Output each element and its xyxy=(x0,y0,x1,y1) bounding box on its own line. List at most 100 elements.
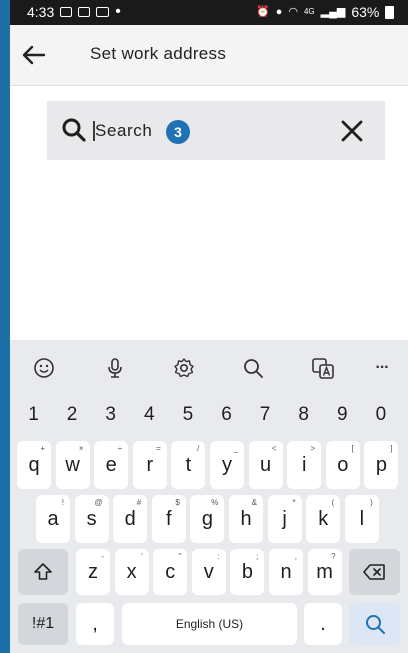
shift-icon xyxy=(34,563,52,580)
key-k[interactable]: k( xyxy=(306,495,341,543)
comma-key[interactable]: , xyxy=(76,603,114,645)
key-d[interactable]: d # xyxy=(113,495,148,543)
key-label: s xyxy=(86,507,97,530)
wifi-icon: ◠ xyxy=(288,6,298,18)
search-input[interactable]: Search 3 xyxy=(47,101,385,160)
key-t[interactable]: t / xyxy=(171,441,206,489)
key-hint: + xyxy=(40,444,45,453)
search-text: Search xyxy=(95,121,153,140)
period-key[interactable]: . xyxy=(304,603,342,645)
key-hint: $ xyxy=(175,498,180,507)
key-hint: # xyxy=(136,498,142,507)
key-label: q xyxy=(28,453,40,476)
key-3[interactable]: 3 xyxy=(94,395,127,435)
keyboard-search-button[interactable] xyxy=(235,350,271,386)
key-label: 2 xyxy=(66,404,78,425)
key-label: w xyxy=(65,453,80,476)
more-button[interactable]: ··· xyxy=(364,350,400,386)
key-n[interactable]: n, xyxy=(269,549,303,595)
search-icon xyxy=(244,359,263,378)
shift-key[interactable] xyxy=(18,549,68,595)
key-a[interactable]: a! xyxy=(36,495,70,543)
key-g[interactable]: g% xyxy=(190,495,225,543)
key-label: f xyxy=(166,507,172,530)
key-label: v xyxy=(203,560,214,583)
key-hint: @ xyxy=(94,498,103,507)
key-j[interactable]: j * xyxy=(267,495,302,543)
key-y[interactable]: y _ xyxy=(210,441,244,489)
symbols-key[interactable]: !#1 xyxy=(18,603,68,645)
key-4[interactable]: 4 xyxy=(133,395,166,435)
key-f[interactable]: f $ xyxy=(151,495,186,543)
key-hint: - xyxy=(101,552,104,561)
key-r[interactable]: r = xyxy=(132,441,167,489)
app-notification-icon xyxy=(96,7,110,17)
settings-icon xyxy=(174,358,194,378)
key-x[interactable]: x ' xyxy=(114,549,149,595)
key-2[interactable]: 2 xyxy=(56,395,89,435)
key-hint: : xyxy=(217,552,220,561)
key-label: 4 xyxy=(144,404,155,425)
key-b[interactable]: b; xyxy=(230,549,265,595)
key-label: r xyxy=(146,453,154,476)
key-0[interactable]: 0 xyxy=(364,395,397,435)
page-title: Set work address xyxy=(90,44,227,63)
clear-button[interactable] xyxy=(338,117,366,145)
key-h[interactable]: h & xyxy=(229,495,263,543)
key-label: p xyxy=(375,453,387,476)
emoji-button[interactable] xyxy=(26,350,62,386)
key-hint: ' xyxy=(141,552,143,561)
status-bar: 4:33 • ⏰ ● ◠ 4G ▂▄▆ 63% xyxy=(10,0,408,25)
keyboard-settings-button[interactable] xyxy=(166,350,202,386)
key-hint: & xyxy=(251,498,257,507)
key-i[interactable]: i > xyxy=(287,441,322,489)
key-6[interactable]: 6 xyxy=(210,395,243,435)
key-v[interactable]: v: xyxy=(191,549,226,595)
step-badge: 3 xyxy=(166,120,190,144)
key-q[interactable]: q + xyxy=(17,441,51,489)
search-icon xyxy=(365,615,385,634)
key-e[interactable]: e ÷ xyxy=(94,441,129,489)
key-label: n xyxy=(280,560,292,583)
status-time: 4:33 xyxy=(27,4,55,20)
key-hint: = xyxy=(156,444,161,453)
key-hint: ; xyxy=(256,552,259,561)
key-s[interactable]: s @ xyxy=(74,495,109,543)
key-l[interactable]: l) xyxy=(344,495,379,543)
header-divider xyxy=(10,85,408,86)
key-label: h xyxy=(240,507,252,530)
key-8[interactable]: 8 xyxy=(287,395,320,435)
keyboard-search-action-key[interactable] xyxy=(349,603,400,645)
key-p[interactable]: p] xyxy=(364,441,399,489)
emoji-icon xyxy=(34,358,54,378)
voice-input-button[interactable] xyxy=(97,350,133,386)
key-label: 6 xyxy=(221,404,232,425)
key-hint: × xyxy=(78,444,84,453)
signal-icon: ▂▄▆ xyxy=(320,6,346,18)
key-m[interactable]: m? xyxy=(307,549,342,595)
key-1[interactable]: 1 xyxy=(17,395,50,435)
key-z[interactable]: z- xyxy=(76,549,110,595)
translate-button[interactable] xyxy=(305,350,341,386)
key-c[interactable]: c " xyxy=(153,549,188,595)
key-label: 8 xyxy=(298,404,309,425)
key-label: y xyxy=(222,453,232,476)
key-9[interactable]: 9 xyxy=(326,395,359,435)
back-button[interactable] xyxy=(20,41,48,69)
key-label: k xyxy=(318,507,329,530)
key-label: m xyxy=(316,560,333,583)
key-label: 5 xyxy=(182,404,194,425)
key-5[interactable]: 5 xyxy=(171,395,204,435)
close-icon xyxy=(341,120,363,142)
backspace-key[interactable] xyxy=(349,549,400,595)
key-w[interactable]: w × xyxy=(55,441,90,489)
key-7[interactable]: 7 xyxy=(249,395,282,435)
key-label: z xyxy=(88,560,98,583)
key-hint: [ xyxy=(351,444,354,453)
key-label: x xyxy=(126,560,137,583)
battery-icon xyxy=(385,5,395,19)
space-key[interactable]: English (US) xyxy=(122,603,297,645)
key-hint: ! xyxy=(61,498,64,507)
key-u[interactable]: u < xyxy=(248,441,283,489)
key-o[interactable]: o[ xyxy=(325,441,360,489)
